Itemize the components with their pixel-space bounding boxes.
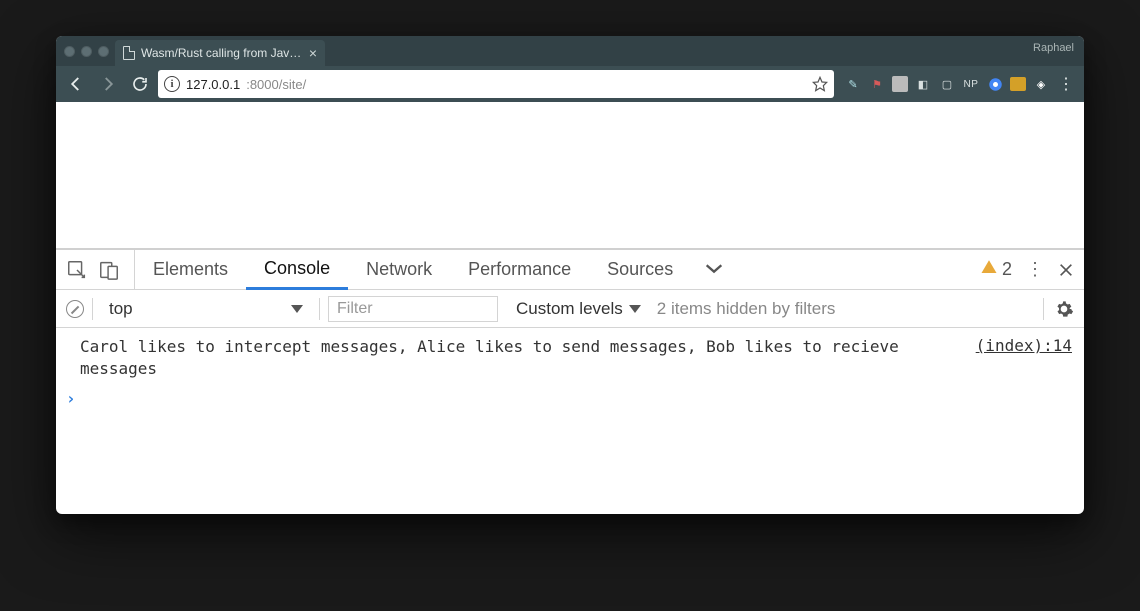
close-window-button[interactable] xyxy=(64,46,75,57)
back-button[interactable] xyxy=(62,70,90,98)
reload-button[interactable] xyxy=(126,70,154,98)
tab-performance[interactable]: Performance xyxy=(450,250,589,289)
more-tabs-button[interactable] xyxy=(691,259,737,280)
tab-sources[interactable]: Sources xyxy=(589,250,691,289)
extension-pencil-icon[interactable]: ✎ xyxy=(844,75,862,93)
extension-page-icon[interactable]: ▢ xyxy=(938,75,956,93)
extension-autofill-icon[interactable]: ⚑ xyxy=(868,75,886,93)
console-output: Carol likes to intercept messages, Alice… xyxy=(56,328,1084,416)
divider xyxy=(1043,298,1044,320)
bookmark-star-icon[interactable] xyxy=(812,76,828,92)
log-levels-select[interactable]: Custom levels xyxy=(516,299,641,319)
address-bar[interactable]: i 127.0.0.1 :8000/site/ xyxy=(158,70,834,98)
close-tab-button[interactable]: × xyxy=(309,46,317,60)
dropdown-triangle-icon xyxy=(291,305,303,313)
console-filter-input[interactable] xyxy=(328,296,498,322)
dropdown-triangle-icon xyxy=(629,305,641,313)
warnings-indicator[interactable]: 2 xyxy=(980,258,1012,281)
profile-name[interactable]: Raphael xyxy=(1033,42,1074,54)
site-info-icon[interactable]: i xyxy=(164,76,180,92)
console-prompt[interactable]: › xyxy=(66,381,1072,408)
extension-power-icon[interactable] xyxy=(892,76,908,92)
execution-context-select[interactable]: top xyxy=(101,296,311,322)
divider xyxy=(92,298,93,320)
browser-toolbar: i 127.0.0.1 :8000/site/ ✎ ⚑ ◧ ▢ NP ◈ ⋮ xyxy=(56,66,1084,102)
console-log-row: Carol likes to intercept messages, Alice… xyxy=(80,336,1072,381)
page-icon xyxy=(123,46,135,60)
hidden-items-message: 2 items hidden by filters xyxy=(657,299,836,319)
tab-elements[interactable]: Elements xyxy=(135,250,246,289)
extension-chrome-icon[interactable] xyxy=(986,75,1004,93)
log-source-link[interactable]: (index):14 xyxy=(976,336,1072,355)
warning-count: 2 xyxy=(1002,259,1012,280)
extension-minus-icon[interactable] xyxy=(1010,77,1026,91)
browser-menu-button[interactable]: ⋮ xyxy=(1054,74,1078,94)
browser-window: Wasm/Rust calling from JavaS × Raphael i… xyxy=(56,36,1084,514)
console-toolbar: top Custom levels 2 items hidden by filt… xyxy=(56,290,1084,328)
url-path: :8000/site/ xyxy=(246,77,306,92)
tab-network[interactable]: Network xyxy=(348,250,450,289)
page-viewport xyxy=(56,102,1084,248)
extension-block-icon[interactable]: ◧ xyxy=(914,75,932,93)
browser-tab[interactable]: Wasm/Rust calling from JavaS × xyxy=(115,40,325,66)
tab-title: Wasm/Rust calling from JavaS xyxy=(141,46,303,60)
inspect-element-icon[interactable] xyxy=(66,259,88,281)
devtools-tabbar: Elements Console Network Performance Sou… xyxy=(56,250,1084,290)
context-value: top xyxy=(109,299,133,319)
divider xyxy=(319,298,320,320)
window-titlebar: Wasm/Rust calling from JavaS × Raphael xyxy=(56,36,1084,66)
levels-label: Custom levels xyxy=(516,299,623,319)
console-settings-button[interactable] xyxy=(1054,299,1074,319)
device-toolbar-icon[interactable] xyxy=(98,259,120,281)
log-message: Carol likes to intercept messages, Alice… xyxy=(80,336,956,381)
zoom-window-button[interactable] xyxy=(98,46,109,57)
warning-triangle-icon xyxy=(980,258,998,281)
extension-cube-icon[interactable]: ◈ xyxy=(1032,75,1050,93)
devtools-menu-button[interactable]: ⋮ xyxy=(1026,259,1044,280)
url-host: 127.0.0.1 xyxy=(186,77,240,92)
window-controls xyxy=(64,46,109,57)
devtools-panel: Elements Console Network Performance Sou… xyxy=(56,248,1084,416)
extension-np-icon[interactable]: NP xyxy=(962,75,980,93)
tab-console[interactable]: Console xyxy=(246,251,348,290)
devtools-close-button[interactable] xyxy=(1058,262,1074,278)
filter-field[interactable] xyxy=(335,299,491,319)
extensions-row: ✎ ⚑ ◧ ▢ NP ◈ xyxy=(838,75,1050,93)
clear-console-button[interactable] xyxy=(66,300,84,318)
forward-button[interactable] xyxy=(94,70,122,98)
minimize-window-button[interactable] xyxy=(81,46,92,57)
